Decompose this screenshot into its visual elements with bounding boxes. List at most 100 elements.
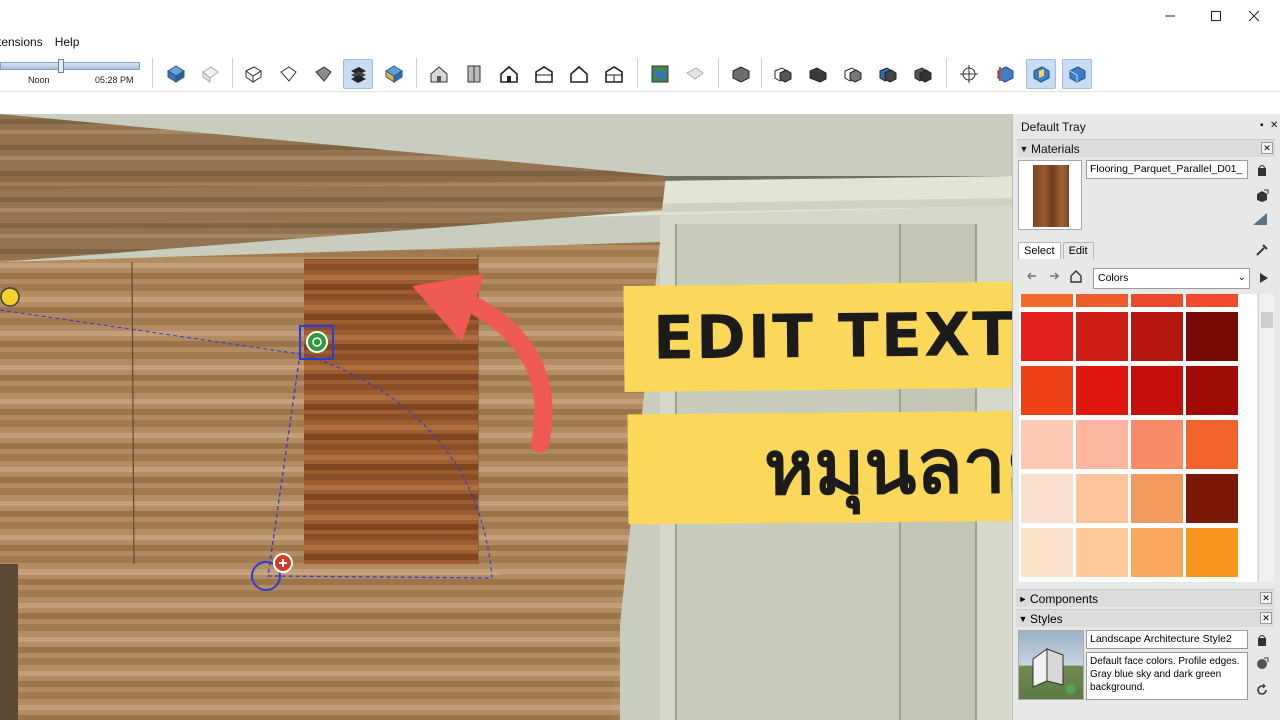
color-swatch[interactable] <box>1076 294 1128 307</box>
materials-panel-header[interactable]: ▼ Materials ✕ <box>1017 139 1275 157</box>
shadow-time-slider[interactable]: Noon 05:28 PM <box>0 58 146 88</box>
expand-right-icon: ► <box>1018 593 1028 604</box>
fog-button[interactable] <box>195 59 225 89</box>
color-swatch[interactable] <box>1076 474 1128 523</box>
menu-extensions[interactable]: tensions <box>0 32 43 52</box>
minimize-icon <box>1165 15 1175 17</box>
color-swatch[interactable] <box>1076 420 1128 469</box>
forward-arrow-icon[interactable] <box>1046 268 1062 284</box>
tray-title: Default Tray <box>1021 120 1086 134</box>
color-swatch[interactable] <box>1186 312 1238 361</box>
slider-thumb[interactable] <box>58 59 64 73</box>
axes-button[interactable] <box>954 59 984 89</box>
create-style-icon[interactable] <box>1254 656 1270 672</box>
maximize-button[interactable] <box>1196 4 1236 28</box>
details-arrow-icon[interactable] <box>1256 270 1272 286</box>
material-preview <box>1018 160 1082 230</box>
color-swatch[interactable] <box>1021 312 1073 361</box>
back-edges-button[interactable] <box>273 59 303 89</box>
eyedropper-icon[interactable] <box>1254 242 1270 258</box>
wireframe-button[interactable] <box>308 59 338 89</box>
color-swatch[interactable] <box>1076 312 1128 361</box>
top-view-button[interactable] <box>459 59 489 89</box>
color-swatch[interactable] <box>1186 420 1238 469</box>
geo-location-button[interactable] <box>645 59 675 89</box>
shadows-button[interactable] <box>161 59 191 89</box>
panel-close-icon[interactable]: ✕ <box>1260 592 1272 604</box>
color-swatch[interactable] <box>1131 528 1183 577</box>
solid-subtract-button[interactable] <box>838 59 868 89</box>
bucket-icon[interactable] <box>1254 162 1270 178</box>
map-icon <box>651 65 669 83</box>
left-view-button[interactable] <box>599 59 629 89</box>
section-plane-button[interactable] <box>990 59 1020 89</box>
scrollbar-thumb[interactable] <box>1261 312 1273 328</box>
color-swatch[interactable] <box>1021 528 1073 577</box>
refresh-icon[interactable] <box>1254 682 1270 698</box>
monochrome-button[interactable] <box>379 59 409 89</box>
right-view-button[interactable] <box>529 59 559 89</box>
color-swatch[interactable] <box>1021 420 1073 469</box>
shaded-with-textures-button[interactable] <box>343 59 373 89</box>
color-swatch[interactable] <box>1076 528 1128 577</box>
tray-pin-icon[interactable]: ▪ <box>1260 120 1264 131</box>
front-view-button[interactable] <box>494 59 524 89</box>
slider-track <box>0 62 140 70</box>
color-swatch[interactable] <box>1186 528 1238 577</box>
menu-help[interactable]: Help <box>55 32 80 52</box>
display-section-cuts-button[interactable] <box>1062 59 1092 89</box>
color-swatch[interactable] <box>1131 312 1183 361</box>
tab-edit[interactable]: Edit <box>1062 242 1094 259</box>
color-swatch[interactable] <box>1131 474 1183 523</box>
color-swatch[interactable] <box>1131 420 1183 469</box>
components-panel-header[interactable]: ► Components ✕ <box>1016 589 1274 607</box>
iso-view-button[interactable] <box>424 59 454 89</box>
style-description[interactable]: Default face colors. Profile edges. Gray… <box>1086 652 1248 700</box>
menu-bar: tensions Help <box>0 32 79 52</box>
solid-trim-button[interactable] <box>873 59 903 89</box>
create-material-icon[interactable] <box>1254 188 1270 204</box>
panel-close-icon[interactable]: ✕ <box>1260 612 1272 624</box>
styles-header-label: Styles <box>1030 611 1063 626</box>
panel-close-icon[interactable]: ✕ <box>1261 142 1273 154</box>
solid-union-button[interactable] <box>803 59 833 89</box>
color-swatch[interactable] <box>1021 294 1073 307</box>
solid-union-icon <box>809 67 827 83</box>
model-viewport[interactable]: EDIT TEXTURE หมุนลาย <box>0 114 1012 720</box>
color-swatch[interactable] <box>1131 366 1183 415</box>
color-swatch[interactable] <box>1131 294 1183 307</box>
solid-subtract-icon <box>844 67 862 83</box>
home-icon[interactable] <box>1068 268 1084 284</box>
styles-panel-header[interactable]: ▼ Styles ✕ <box>1016 609 1274 627</box>
solid-intersect-button[interactable] <box>768 59 798 89</box>
collapse-down-icon: ▼ <box>1019 143 1029 154</box>
display-section-planes-button[interactable] <box>1026 59 1056 89</box>
minimize-button[interactable] <box>1150 4 1190 28</box>
color-swatch[interactable] <box>1186 294 1238 307</box>
color-swatch[interactable] <box>1186 474 1238 523</box>
back-arrow-icon[interactable] <box>1024 268 1040 284</box>
solid-tools-button[interactable] <box>726 59 756 89</box>
color-swatch[interactable] <box>1076 366 1128 415</box>
swatch-scrollbar[interactable] <box>1258 294 1274 582</box>
chevron-down-icon: ⌄ <box>1237 272 1246 283</box>
back-view-button[interactable] <box>564 59 594 89</box>
close-window-button[interactable] <box>1234 4 1274 28</box>
material-library-select[interactable]: Colors ⌄ <box>1093 268 1250 289</box>
solid-split-button[interactable] <box>908 59 938 89</box>
materials-header-label: Materials <box>1031 141 1080 156</box>
photo-texture-button[interactable] <box>680 59 710 89</box>
xray-button[interactable] <box>238 59 268 89</box>
overlay-title-thai: หมุนลาย <box>763 420 1012 513</box>
material-name-field[interactable]: Flooring_Parquet_Parallel_D01_ <box>1086 160 1248 179</box>
color-swatch[interactable] <box>1021 474 1073 523</box>
solid-trim-icon <box>879 67 897 83</box>
style-name-field[interactable]: Landscape Architecture Style2 <box>1086 630 1248 649</box>
tray-close-icon[interactable]: ✕ <box>1270 120 1278 131</box>
wood-swatch <box>1033 165 1069 227</box>
bucket-icon[interactable] <box>1254 632 1270 648</box>
house-right-icon <box>535 66 553 83</box>
color-swatch[interactable] <box>1021 366 1073 415</box>
tab-select[interactable]: Select <box>1018 242 1061 259</box>
color-swatch[interactable] <box>1186 366 1238 415</box>
